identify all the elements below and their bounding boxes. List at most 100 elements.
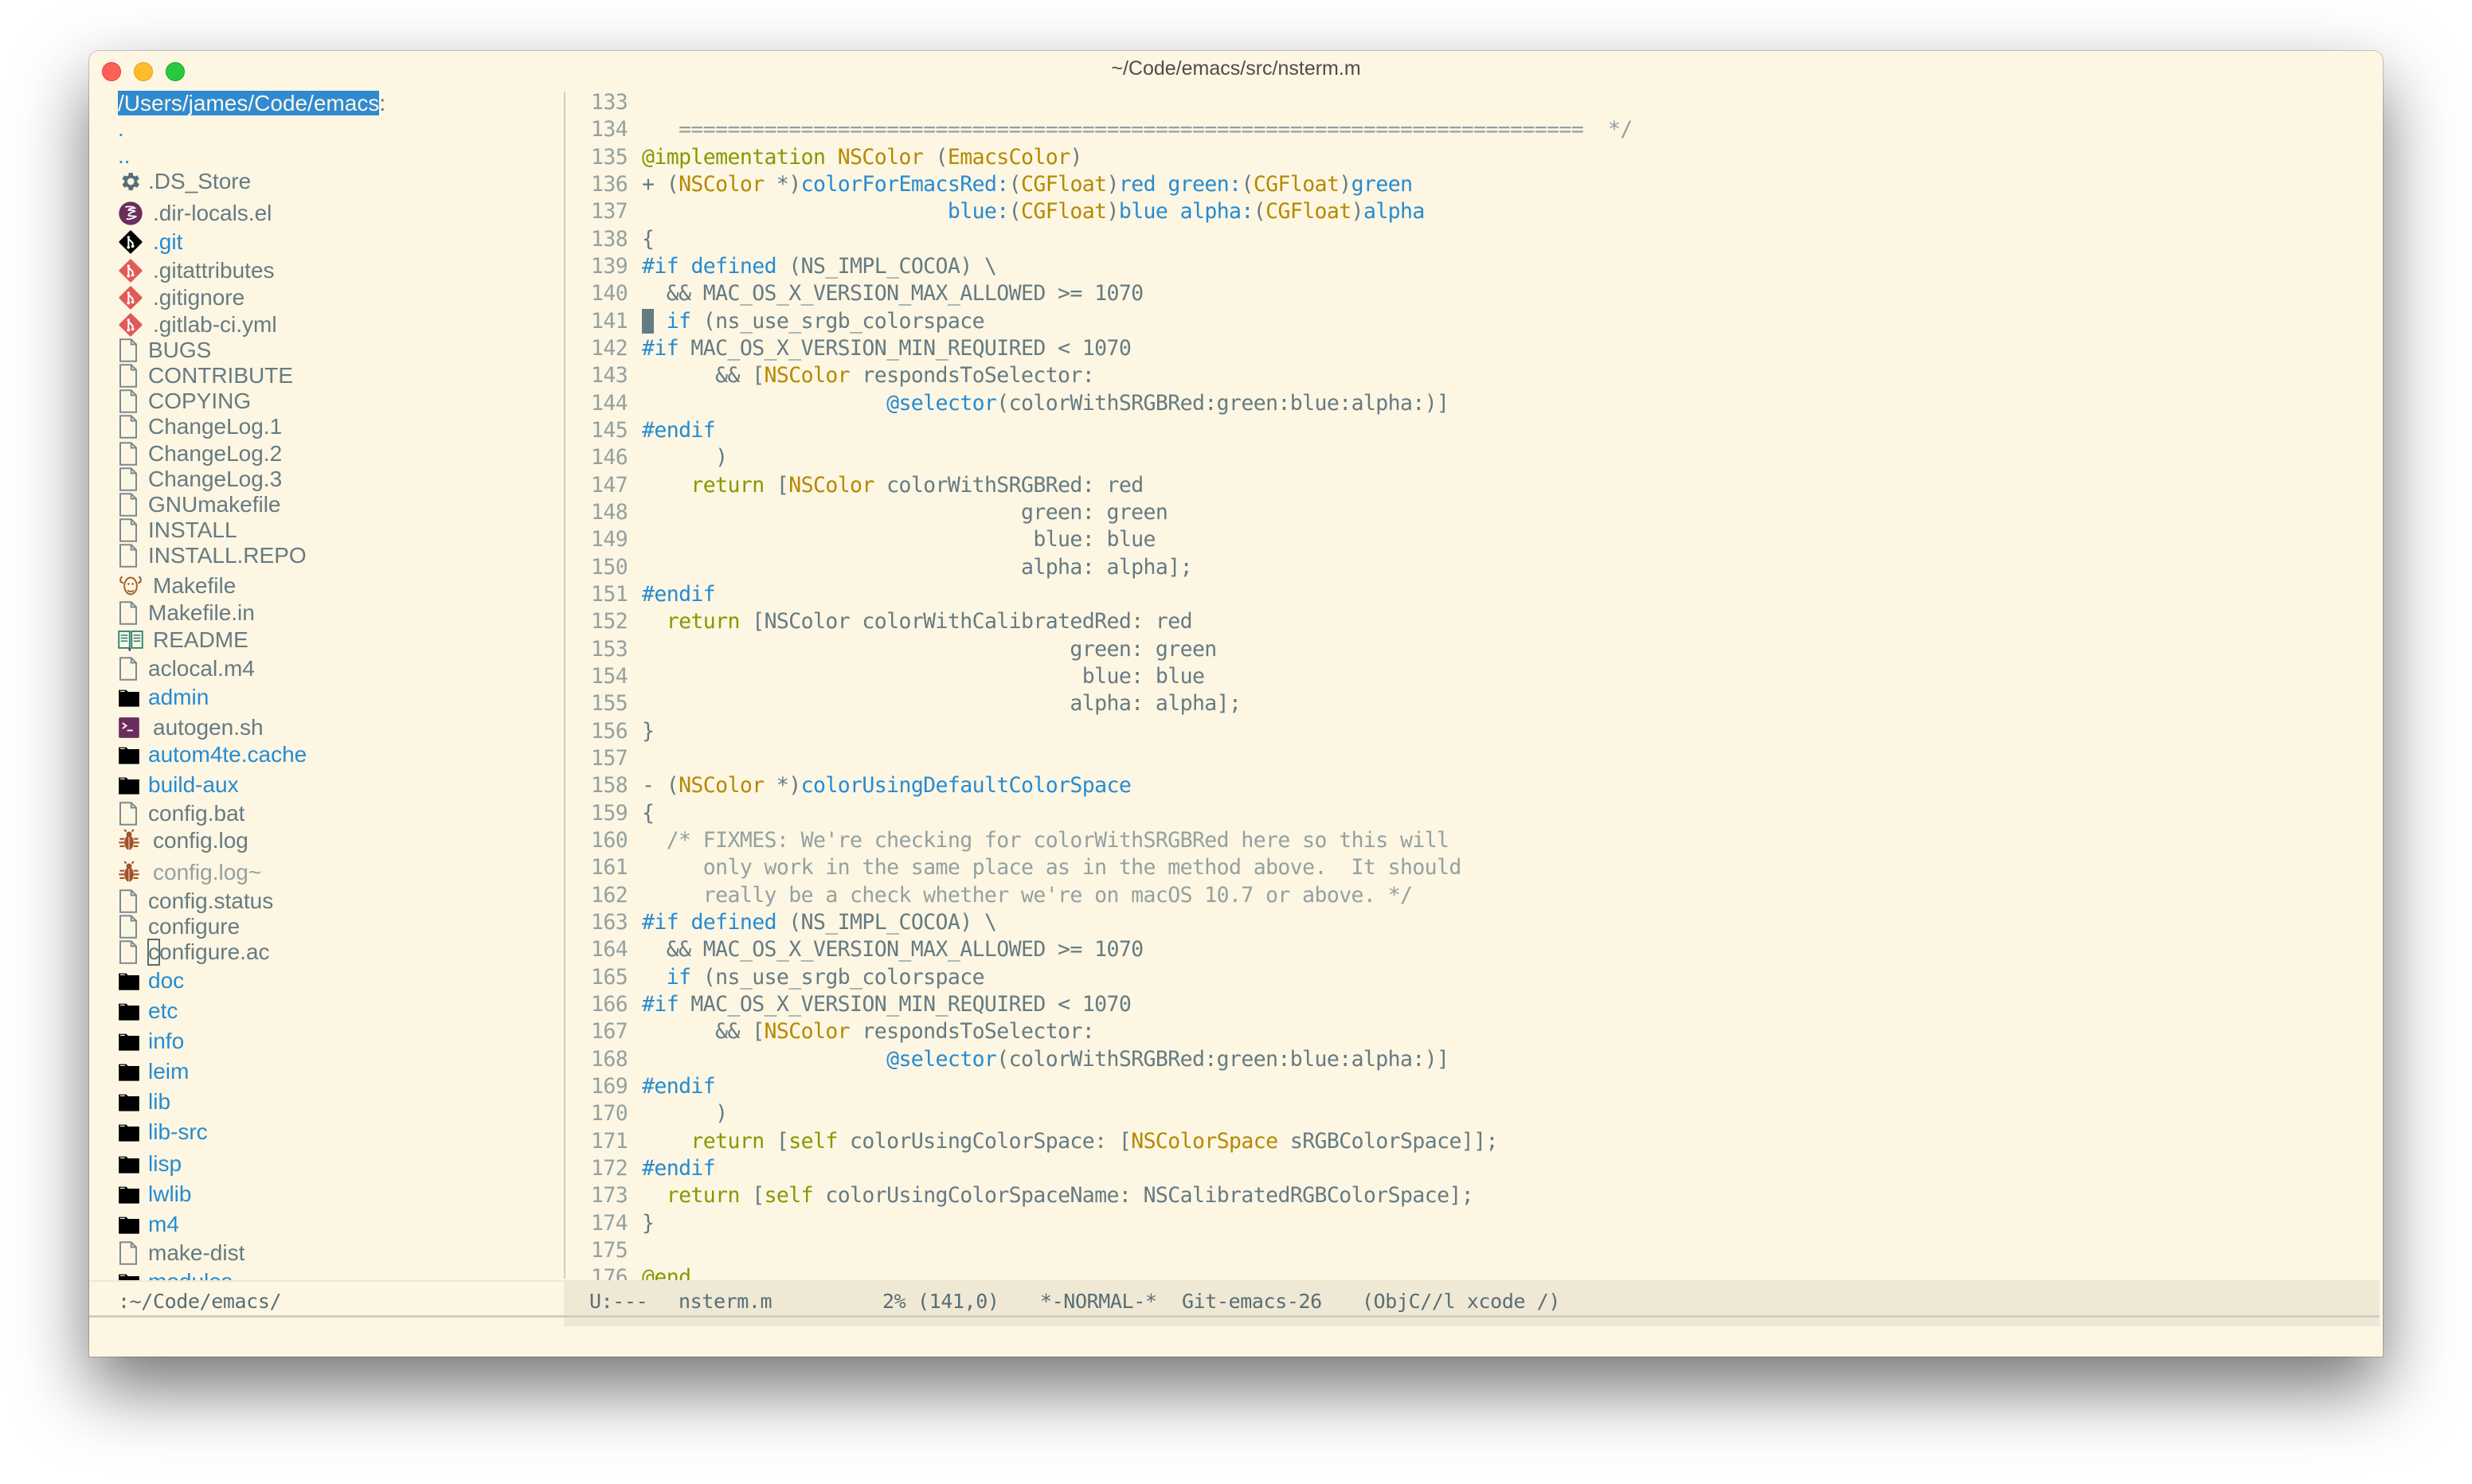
code-line[interactable]: 134 ====================================…	[591, 116, 1633, 143]
code-line[interactable]: 142 #if MAC_OS_X_VERSION_MIN_REQUIRED < 1…	[591, 335, 1132, 362]
dired-entry[interactable]: aclocal.m4	[118, 655, 255, 682]
code-line[interactable]: 164 && MAC_OS_X_VERSION_MAX_ALLOWED >= 1…	[591, 936, 1144, 963]
code-line[interactable]: 154 blue: blue	[591, 663, 1205, 690]
code-line[interactable]: 160 /* FIXMES: We're checking for colorW…	[591, 827, 1449, 854]
code-token: #if	[642, 254, 679, 279]
dired-entry[interactable]: ChangeLog.3	[118, 466, 282, 493]
dired-entry[interactable]: .dir-locals.el	[118, 200, 272, 227]
code-line[interactable]: 140 && MAC_OS_X_VERSION_MAX_ALLOWED >= 1…	[591, 280, 1144, 307]
dired-entry[interactable]: make-dist	[118, 1240, 244, 1267]
line-number: 167	[591, 1019, 628, 1044]
dired-entry[interactable]: Makefile.in	[118, 599, 255, 627]
mode-line-major-mode[interactable]: (ObjC//l xcode /)	[1362, 1290, 1560, 1313]
dired-entry[interactable]: .git	[118, 228, 182, 256]
dired-entry[interactable]: lib	[118, 1088, 170, 1115]
code-editor[interactable]: 133 134 =================================…	[591, 89, 2375, 1290]
dired-entry[interactable]: config.log~	[118, 859, 261, 886]
mode-line-vc-branch[interactable]: Git-emacs-26	[1182, 1290, 1322, 1313]
dired-entry-name: autom4te.cache	[148, 742, 307, 767]
dired-entry[interactable]: autom4te.cache	[118, 741, 307, 768]
code-line[interactable]: 151 #endif	[591, 581, 716, 608]
code-line[interactable]: 156}	[591, 718, 655, 745]
folder-icon	[118, 741, 145, 768]
dired-entry[interactable]: .gitlab-ci.yml	[118, 311, 277, 338]
code-line[interactable]: 152 return [NSColor colorWithCalibratedR…	[591, 608, 1193, 635]
dired-entry[interactable]: ..	[118, 143, 131, 170]
code-line[interactable]: 158 - (NSColor *)colorUsingDefaultColorSp…	[591, 772, 1132, 799]
code-line[interactable]: 170 )	[591, 1100, 728, 1127]
code-line[interactable]: 162 really be a check whether we're on m…	[591, 882, 1413, 909]
code-line[interactable]: 157	[591, 745, 642, 772]
dired-entry[interactable]: lisp	[118, 1150, 182, 1177]
dired-entry[interactable]: admin	[118, 684, 209, 711]
dired-entry[interactable]: build-aux	[118, 771, 239, 799]
code-line[interactable]: 138 {	[591, 226, 655, 253]
dired-entry[interactable]: lwlib	[118, 1181, 191, 1208]
code-line[interactable]: 169 #endif	[591, 1073, 716, 1100]
dired-entry-name: lwlib	[148, 1181, 192, 1206]
dired-entry[interactable]: config.bat	[118, 800, 244, 827]
dired-entry[interactable]: README	[118, 627, 248, 654]
code-line[interactable]: 143 && [NSColor respondsToSelector:	[591, 362, 1095, 389]
dired-entry[interactable]: COPYING	[118, 388, 251, 415]
code-line[interactable]: 159 {	[591, 800, 655, 827]
dired-entry[interactable]: GNUmakefile	[118, 491, 280, 518]
code-line[interactable]: 148 green: green	[591, 499, 1168, 526]
code-line[interactable]: 133	[591, 89, 642, 116]
dired-entry[interactable]: m4	[118, 1211, 179, 1238]
dired-entry[interactable]: Makefile	[118, 572, 236, 599]
code-token: && MAC_OS_X_VERSION_MAX_ALLOWED >= 1070	[642, 281, 1144, 306]
code-line[interactable]: 155 alpha: alpha];	[591, 690, 1242, 717]
code-line[interactable]: 150 alpha: alpha];	[591, 554, 1193, 581]
dired-entry[interactable]: config.status	[118, 888, 273, 915]
code-line[interactable]: 136 + (NSColor *)colorForEmacsRed:(CGFloa…	[591, 171, 1413, 198]
code-token: /* FIXMES: We're checking for colorWithS…	[666, 828, 1449, 853]
dired-entry[interactable]: .DS_Store	[118, 168, 251, 195]
code-line[interactable]: 146 )	[591, 444, 728, 471]
code-line[interactable]: 137 blue:(CGFloat)blue alpha:(CGFloat)al…	[591, 198, 1425, 225]
dired-entry[interactable]: INSTALL.REPO	[118, 542, 307, 569]
dired-entry[interactable]: info	[118, 1028, 184, 1055]
line-number: 174	[591, 1211, 628, 1236]
code-line[interactable]: 161 only work in the same place as in th…	[591, 854, 1461, 881]
code-token: #endif	[642, 418, 716, 443]
dired-entry[interactable]: CONTRIBUTE	[118, 362, 293, 389]
code-line[interactable]: 145 #endif	[591, 417, 716, 444]
dired-entry[interactable]: etc	[118, 998, 178, 1025]
code-line[interactable]: 172 #endif	[591, 1155, 716, 1182]
mode-line-buffer-name[interactable]: nsterm.m	[679, 1290, 772, 1313]
code-line[interactable]: 139 #if defined (NS_IMPL_COCOA) \	[591, 253, 997, 280]
dired-entry[interactable]: .	[118, 115, 124, 143]
code-line[interactable]: 175	[591, 1237, 642, 1264]
code-line[interactable]: 166 #if MAC_OS_X_VERSION_MIN_REQUIRED < 1…	[591, 991, 1132, 1018]
code-line[interactable]: 171 return [self colorUsingColorSpace: […	[591, 1128, 1498, 1155]
code-token: {	[642, 227, 655, 252]
dired-entry[interactable]: .gitattributes	[118, 257, 275, 284]
dired-entry[interactable]: doc	[118, 967, 184, 994]
window-divider[interactable]	[564, 92, 565, 1279]
dired-entry[interactable]: leim	[118, 1058, 189, 1085]
dired-entry[interactable]: configure	[118, 913, 240, 940]
code-line[interactable]: 174}	[591, 1210, 655, 1237]
dired-entry[interactable]: INSTALL	[118, 517, 237, 544]
code-line[interactable]: 153 green: green	[591, 636, 1217, 663]
dired-entry[interactable]: ChangeLog.1	[118, 413, 282, 440]
dired-entry[interactable]: .gitignore	[118, 284, 244, 311]
code-line[interactable]: 167 && [NSColor respondsToSelector:	[591, 1018, 1095, 1045]
code-line[interactable]: 163 #if defined (NS_IMPL_COCOA) \	[591, 909, 997, 936]
dired-entry[interactable]: lib-src	[118, 1119, 208, 1146]
code-line[interactable]: 141 if (ns_use_srgb_colorspace	[591, 308, 985, 335]
dired-entry[interactable]: BUGS	[118, 337, 211, 364]
dired-entry[interactable]: autogen.sh	[118, 714, 264, 741]
code-line[interactable]: 173 return [self colorUsingColorSpaceNam…	[591, 1182, 1474, 1209]
dired-entry[interactable]: config.log	[118, 827, 248, 854]
code-line[interactable]: 144 @selector(colorWithSRGBRed:green:blu…	[591, 390, 1449, 417]
dired-header-path[interactable]: /Users/james/Code/emacs	[118, 91, 380, 115]
code-line[interactable]: 165 if (ns_use_srgb_colorspace	[591, 964, 985, 991]
code-line[interactable]: 135 @implementation NSColor (EmacsColor)	[591, 144, 1082, 171]
dired-entry[interactable]: configure.ac	[118, 939, 270, 966]
dired-entry[interactable]: ChangeLog.2	[118, 440, 282, 467]
code-line[interactable]: 149 blue: blue	[591, 526, 1156, 553]
code-line[interactable]: 168 @selector(colorWithSRGBRed:green:blu…	[591, 1046, 1449, 1073]
code-line[interactable]: 147 return [NSColor colorWithSRGBRed: re…	[591, 472, 1144, 499]
